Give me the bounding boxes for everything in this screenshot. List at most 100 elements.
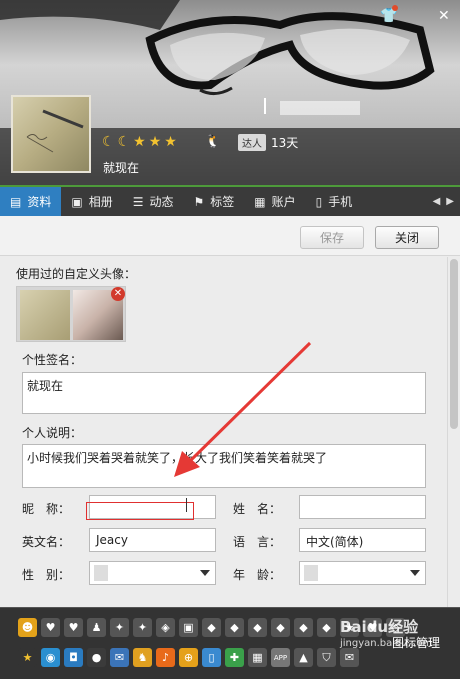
- tab-profile[interactable]: ▤ 资料: [0, 187, 62, 216]
- diamond-icon[interactable]: ◆: [202, 618, 221, 637]
- action-bar: 保存 关闭: [0, 216, 460, 256]
- tab-label: 动态: [149, 195, 174, 209]
- language-label: 语 言：: [233, 535, 282, 549]
- moon-icon: ☾: [102, 134, 115, 150]
- daren-days: 13天: [271, 136, 299, 150]
- nickname-label: 昵 称：: [22, 502, 71, 516]
- notification-dot: [392, 5, 398, 11]
- english-name-field[interactable]: Jeacy: [89, 528, 216, 552]
- penguin-icon[interactable]: 🐧: [205, 134, 221, 149]
- description-label: 个人说明：: [22, 426, 83, 440]
- bird-icon[interactable]: ✦: [133, 618, 152, 637]
- name-cursor: [264, 98, 266, 114]
- chevron-down-icon: [200, 570, 210, 576]
- scrollbar[interactable]: [447, 257, 460, 607]
- tab-album[interactable]: ▣ 相册: [61, 187, 122, 216]
- gender-select[interactable]: [89, 561, 216, 585]
- tab-scroll: ◀ ▶: [433, 187, 460, 216]
- star-icon: ★: [164, 134, 177, 150]
- grid-icon[interactable]: ▦: [248, 648, 267, 667]
- hat-icon[interactable]: ▲: [294, 648, 313, 667]
- phone-icon: ▯: [315, 194, 323, 209]
- tab-label: 手机: [328, 195, 353, 209]
- camera-icon[interactable]: ◘: [64, 648, 83, 667]
- remove-avatar-icon[interactable]: ✕: [111, 287, 125, 301]
- shield-icon[interactable]: ⛉: [317, 648, 336, 667]
- mail-icon[interactable]: ✉: [110, 648, 129, 667]
- gender-redacted: [94, 565, 108, 581]
- watermark-url: jingyan.baidu.com: [340, 638, 433, 649]
- chevron-down-icon: [410, 570, 420, 576]
- wallet-icon: ▦: [254, 194, 266, 209]
- tab-label: 标签: [210, 195, 235, 209]
- tag-icon: ⚑: [193, 194, 205, 209]
- annotation-box: [86, 502, 194, 520]
- custom-avatar[interactable]: [20, 290, 70, 340]
- avatars-label: 使用过的自定义头像：: [16, 267, 137, 281]
- diamond-icon[interactable]: ◆: [225, 618, 244, 637]
- qzone-icon[interactable]: ☻: [18, 618, 37, 637]
- mail-icon[interactable]: ✉: [340, 648, 359, 667]
- phone-icon[interactable]: ▯: [202, 648, 221, 667]
- close-button[interactable]: 关闭: [375, 226, 439, 249]
- daren-status[interactable]: 达人 13天: [238, 134, 298, 151]
- scrollbar-thumb[interactable]: [450, 259, 458, 429]
- star-icon[interactable]: ★: [18, 648, 37, 667]
- pen-photo: [26, 109, 84, 153]
- header-signature: 就现在: [103, 161, 140, 175]
- tab-feed[interactable]: ☰ 动态: [123, 187, 184, 216]
- diamond-icon[interactable]: ◆: [294, 618, 313, 637]
- age-label: 年 龄：: [233, 568, 282, 582]
- tab-tags[interactable]: ⚑ 标签: [184, 187, 245, 216]
- age-select[interactable]: [299, 561, 426, 585]
- moon-icon: ☾: [117, 134, 131, 150]
- qq-level[interactable]: ☾ ☾ ★ ★ ★: [102, 134, 177, 150]
- name-label: 姓 名：: [233, 502, 282, 516]
- custom-avatars-list: ✕: [16, 286, 126, 342]
- id-card-icon: ▤: [10, 194, 22, 209]
- diamond-icon[interactable]: ◆: [317, 618, 336, 637]
- video-icon[interactable]: ●: [87, 648, 106, 667]
- heart-icon[interactable]: ♥: [41, 618, 60, 637]
- name-field[interactable]: [299, 495, 426, 519]
- signature-label: 个性签名：: [22, 353, 83, 367]
- star-icon: ★: [133, 134, 146, 150]
- arrow-left-icon[interactable]: ◀: [433, 196, 441, 207]
- photo-icon: ▣: [71, 194, 83, 209]
- save-button[interactable]: 保存: [300, 226, 364, 249]
- penguin-icon[interactable]: ♟: [87, 618, 106, 637]
- tab-label: 资料: [27, 195, 52, 209]
- text-cursor: [186, 498, 187, 512]
- heart-icon[interactable]: ♥: [64, 618, 83, 637]
- tab-bar: ▤ 资料 ▣ 相册 ☰ 动态 ⚑ 标签 ▦ 账户 ▯ 手机 ◀ ▶: [0, 185, 460, 216]
- music-icon[interactable]: ♪: [156, 648, 175, 667]
- app-icon[interactable]: APP: [271, 648, 290, 667]
- mobile-qq-icon[interactable]: ◉: [41, 648, 60, 667]
- box-icon[interactable]: ▣: [179, 618, 198, 637]
- star-icon: ★: [148, 134, 162, 150]
- avatar[interactable]: [11, 95, 91, 173]
- profile-banner: 👕 ✕ ☾ ☾ ★ ★ ★ 🐧 达人 13天 就现在: [0, 0, 460, 185]
- tab-phone[interactable]: ▯ 手机: [306, 187, 363, 216]
- gender-label: 性 别：: [22, 568, 71, 582]
- daren-badge: 达人: [238, 134, 266, 151]
- game-icon[interactable]: ◈: [156, 618, 175, 637]
- tab-label: 相册: [88, 195, 113, 209]
- tab-label: 账户: [271, 195, 296, 209]
- pet-icon[interactable]: ♞: [133, 648, 152, 667]
- annotation-arrow: [174, 341, 312, 477]
- diamond-icon[interactable]: ◆: [248, 618, 267, 637]
- tab-account[interactable]: ▦ 账户: [244, 187, 305, 216]
- game-icon[interactable]: ✚: [225, 648, 244, 667]
- language-field[interactable]: 中文(简体): [299, 528, 426, 552]
- feed-icon: ☰: [132, 194, 144, 209]
- diamond-icon[interactable]: ◆: [271, 618, 290, 637]
- nickname-redacted: [280, 101, 360, 115]
- shop-icon[interactable]: ⊕: [179, 648, 198, 667]
- arrow-right-icon[interactable]: ▶: [446, 196, 454, 207]
- bird-icon[interactable]: ✦: [110, 618, 129, 637]
- window-close-icon[interactable]: ✕: [438, 8, 450, 24]
- english-name-label: 英文名：: [22, 535, 71, 549]
- age-redacted: [304, 565, 318, 581]
- icon-row: ★ ◉ ◘ ● ✉ ♞ ♪ ⊕ ▯ ✚ ▦ APP ▲ ⛉ ✉: [18, 648, 359, 667]
